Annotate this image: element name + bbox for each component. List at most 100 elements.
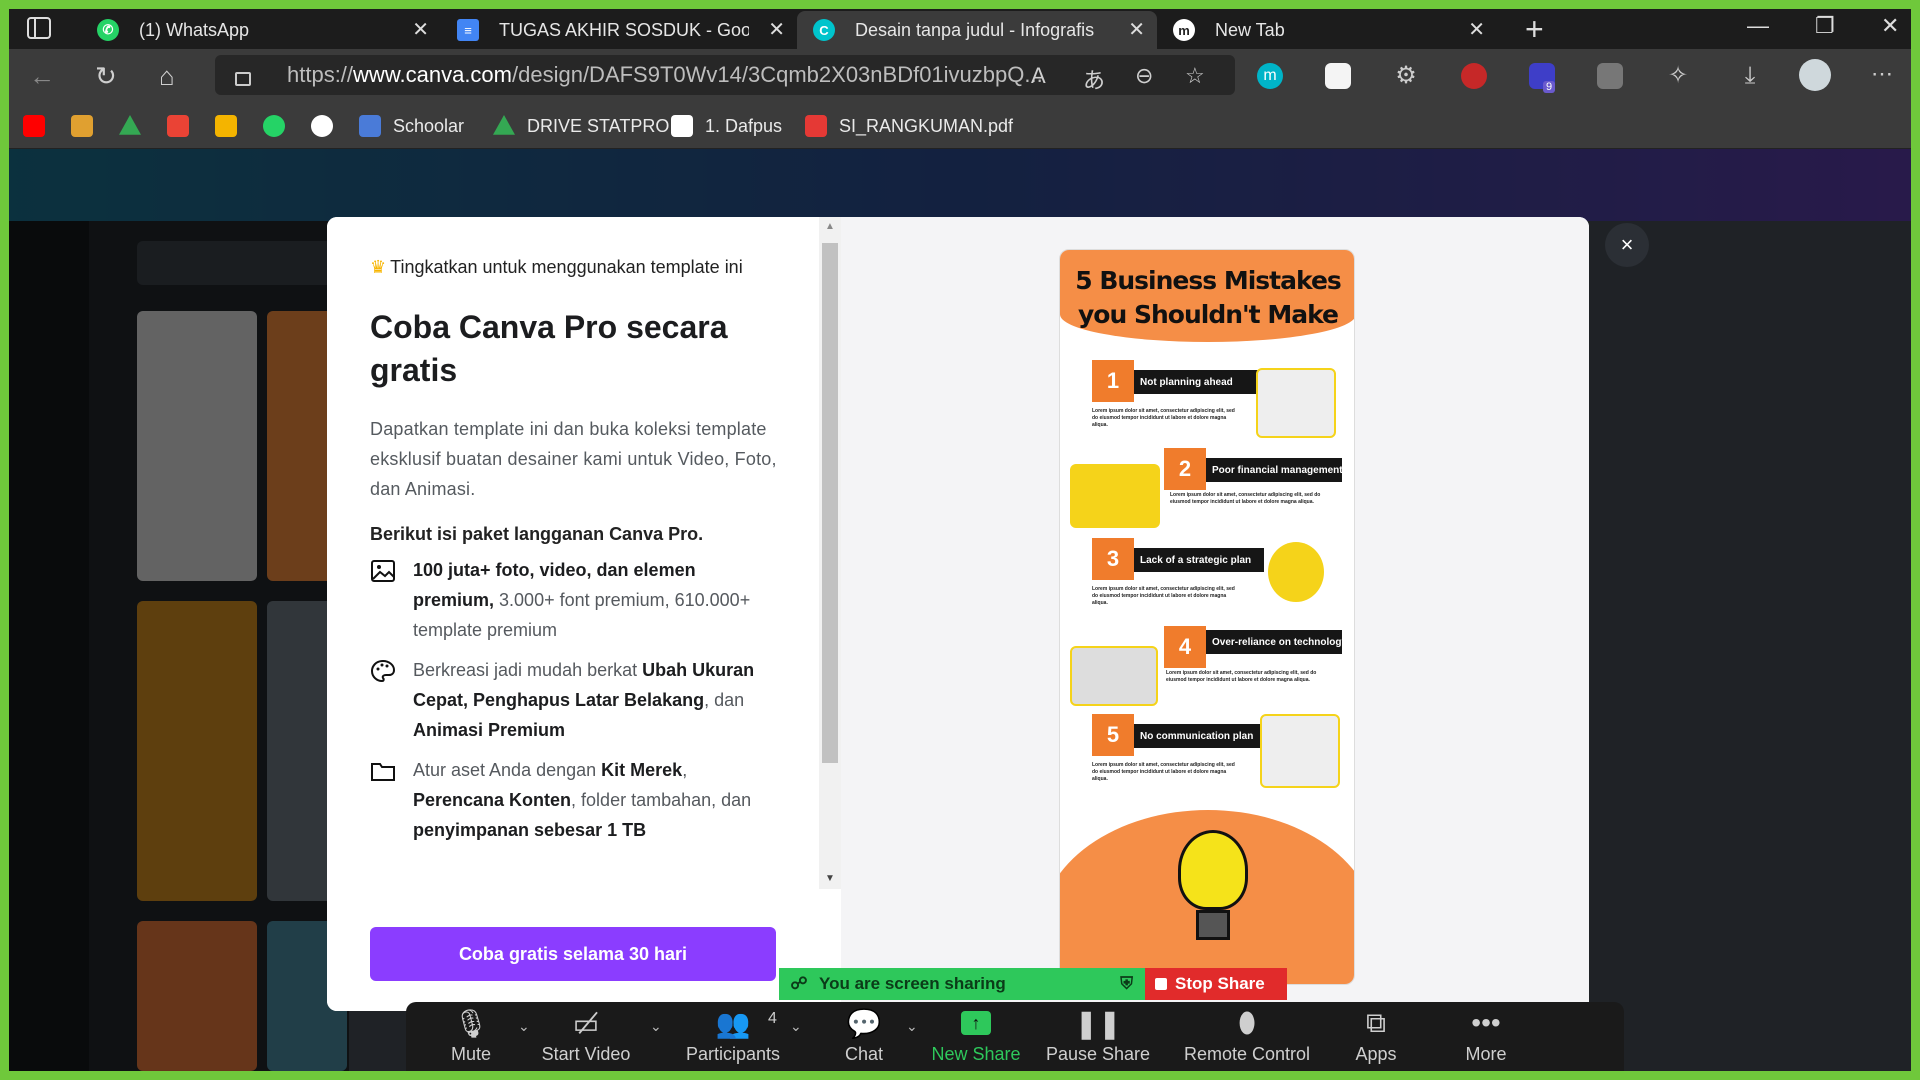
tab-title: Desain tanpa judul - Infografis bbox=[855, 19, 1095, 40]
stop-share-button[interactable]: Stop Share bbox=[1145, 968, 1287, 1000]
bookmark-github[interactable] bbox=[311, 113, 345, 139]
reload-icon[interactable]: ↻ bbox=[95, 61, 117, 92]
extension-m-icon[interactable]: m bbox=[1257, 63, 1283, 89]
tab-google-docs[interactable]: ≡ TUGAS AKHIR SOSDUK - Google ✕ bbox=[441, 11, 797, 49]
feature-bold: Animasi Premium bbox=[413, 720, 566, 740]
template-preview-panel: 5 Business Mistakes you Shouldn't Make 1… bbox=[841, 217, 1589, 1011]
mistake-item: 5 No communication plan Lorem ipsum dolo… bbox=[1060, 714, 1354, 794]
new-share-button[interactable]: ↑ New Share bbox=[926, 1002, 1026, 1071]
extension-note-icon[interactable] bbox=[1325, 63, 1351, 89]
shield-icon: ⛨ bbox=[1120, 974, 1133, 993]
coins-illustration bbox=[1070, 464, 1160, 528]
new-tab-plus-icon[interactable]: + bbox=[1525, 11, 1544, 48]
bookmark-label: DRIVE STATPRO bbox=[527, 115, 670, 136]
tab-title: New Tab bbox=[1215, 19, 1285, 40]
bookmark-drive[interactable] bbox=[119, 113, 153, 139]
close-tab-icon[interactable]: ✕ bbox=[768, 17, 785, 42]
button-label: New Share bbox=[931, 1044, 1021, 1064]
scrollbar-thumb[interactable] bbox=[822, 243, 838, 763]
close-window-icon[interactable]: ✕ bbox=[1881, 13, 1899, 39]
button-label: Mute bbox=[450, 1044, 492, 1064]
feature-text: Berkreasi jadi mudah berkat bbox=[413, 660, 643, 680]
home-icon[interactable]: ⌂ bbox=[159, 61, 175, 92]
modal-description: Dapatkan template ini dan buka koleksi t… bbox=[370, 419, 777, 499]
extensions-puzzle-icon[interactable]: ✧ bbox=[1665, 63, 1691, 89]
crown-icon: ♛ bbox=[370, 257, 387, 277]
youtube-icon bbox=[23, 115, 45, 137]
mute-button[interactable]: 🎙 Mute bbox=[426, 1002, 516, 1071]
feature-item: Berkreasi jadi mudah berkat Ubah Ukuran … bbox=[370, 655, 779, 745]
participants-icon: 👥 bbox=[715, 1007, 751, 1039]
browser-nav-bar: ← ↻ ⌂ https://www.canva.com/design/DAFS9… bbox=[9, 49, 1911, 103]
extension-pin-icon[interactable] bbox=[1461, 63, 1487, 89]
bookmark-logo[interactable] bbox=[71, 113, 105, 139]
participant-count: 4 bbox=[768, 1010, 777, 1027]
bookmark-youtube[interactable] bbox=[23, 113, 57, 139]
bookmark-label: 1. Dafpus bbox=[705, 115, 783, 136]
modal-scroll-area[interactable]: ♛ Tingkatkan untuk menggunakan template i… bbox=[327, 217, 819, 889]
bookmark-dafpus[interactable]: 1. Dafpus bbox=[671, 113, 782, 139]
extension-arrow-icon[interactable] bbox=[1597, 63, 1623, 89]
item-label: No communication plan bbox=[1134, 724, 1264, 748]
address-bar[interactable]: https://www.canva.com/design/DAFS9T0Wv14… bbox=[215, 55, 1235, 95]
item-number: 4 bbox=[1164, 626, 1206, 668]
item-body: Lorem ipsum dolor sit amet, consectetur … bbox=[1092, 408, 1235, 428]
scroll-up-icon[interactable]: ▲ bbox=[825, 221, 835, 232]
scroll-down-icon[interactable]: ▼ bbox=[825, 873, 835, 884]
bookmark-pdf[interactable]: SI_RANGKUMAN.pdf bbox=[805, 113, 1013, 139]
close-tab-icon[interactable]: ✕ bbox=[1128, 17, 1145, 42]
browser-tab-bar: ✆ (1) WhatsApp ✕ ≡ TUGAS AKHIR SOSDUK - … bbox=[9, 9, 1911, 49]
chevron-up-icon[interactable]: ⌄ bbox=[650, 1018, 662, 1035]
tab-title: TUGAS AKHIR SOSDUK - Google bbox=[499, 19, 749, 40]
google-docs-icon: ≡ bbox=[457, 19, 479, 41]
item-label: Lack of a strategic plan bbox=[1134, 548, 1264, 572]
minimize-icon[interactable]: — bbox=[1747, 13, 1769, 39]
start-video-button[interactable]: ▭̸ Start Video bbox=[526, 1002, 646, 1071]
tab-whatsapp[interactable]: ✆ (1) WhatsApp ✕ bbox=[81, 11, 441, 49]
back-icon[interactable]: ← bbox=[29, 61, 55, 92]
apps-button[interactable]: ⧉ Apps bbox=[1336, 1002, 1416, 1071]
button-label: Apps bbox=[1355, 1044, 1397, 1064]
bookmark-schoolar[interactable]: Schoolar bbox=[359, 113, 464, 139]
tab-canva[interactable]: C Desain tanpa judul - Infografis ✕ bbox=[797, 11, 1157, 49]
bookmark-whatsapp[interactable] bbox=[263, 113, 297, 139]
url-prefix: https:// bbox=[287, 62, 354, 87]
more-menu-icon[interactable]: ⋯ bbox=[1869, 63, 1895, 89]
canva-icon: C bbox=[813, 19, 835, 41]
upgrade-note: ♛ Tingkatkan untuk menggunakan template i… bbox=[370, 253, 779, 282]
restore-icon[interactable]: ❐ bbox=[1815, 13, 1835, 39]
favorite-icon[interactable]: ☆ bbox=[1185, 63, 1205, 89]
chevron-up-icon[interactable]: ⌄ bbox=[906, 1018, 918, 1035]
bookmark-drive-statpro[interactable]: DRIVE STATPRO bbox=[493, 113, 669, 139]
more-icon: ••• bbox=[1471, 1007, 1501, 1038]
button-label: Chat bbox=[844, 1044, 884, 1064]
settings-gear-icon[interactable]: ⚙ bbox=[1393, 63, 1419, 89]
downloads-icon[interactable]: ⤓ bbox=[1737, 63, 1763, 89]
bookmark-gmail[interactable] bbox=[167, 113, 201, 139]
canva-pro-modal: ♛ Tingkatkan untuk menggunakan template i… bbox=[327, 217, 1589, 1011]
new-tab-icon: m bbox=[1173, 19, 1195, 41]
chat-button[interactable]: 💬 Chat bbox=[824, 1002, 904, 1071]
item-label: Over-reliance on technology bbox=[1206, 630, 1347, 654]
remote-control-button[interactable]: ⬮ Remote Control bbox=[1172, 1002, 1322, 1071]
tab-actions-icon[interactable] bbox=[27, 17, 51, 39]
bookmark-classroom[interactable] bbox=[215, 113, 249, 139]
more-button[interactable]: ••• More bbox=[1446, 1002, 1526, 1071]
drag-handle-icon[interactable]: ☍ bbox=[779, 974, 819, 994]
zoom-out-icon[interactable]: ⊖ bbox=[1135, 63, 1153, 89]
close-modal-button[interactable]: × bbox=[1605, 223, 1649, 267]
read-aloud-icon[interactable]: A bbox=[1031, 63, 1046, 89]
profile-avatar[interactable] bbox=[1799, 59, 1831, 91]
tab-new-tab[interactable]: m New Tab ✕ bbox=[1157, 11, 1497, 49]
lock-icon[interactable] bbox=[235, 72, 251, 86]
chevron-up-icon[interactable]: ⌄ bbox=[790, 1018, 802, 1035]
image-icon bbox=[371, 560, 395, 582]
pause-share-button[interactable]: ❚❚ Pause Share bbox=[1038, 1002, 1158, 1071]
close-tab-icon[interactable]: ✕ bbox=[412, 17, 429, 42]
close-tab-icon[interactable]: ✕ bbox=[1468, 17, 1485, 42]
modal-scrollbar[interactable]: ▲ ▼ bbox=[819, 217, 841, 889]
google-classroom-icon bbox=[215, 115, 237, 137]
try-free-button[interactable]: Coba gratis selama 30 hari bbox=[370, 927, 776, 981]
translate-icon[interactable]: あ bbox=[1083, 63, 1105, 95]
schoolar-icon bbox=[359, 115, 381, 137]
